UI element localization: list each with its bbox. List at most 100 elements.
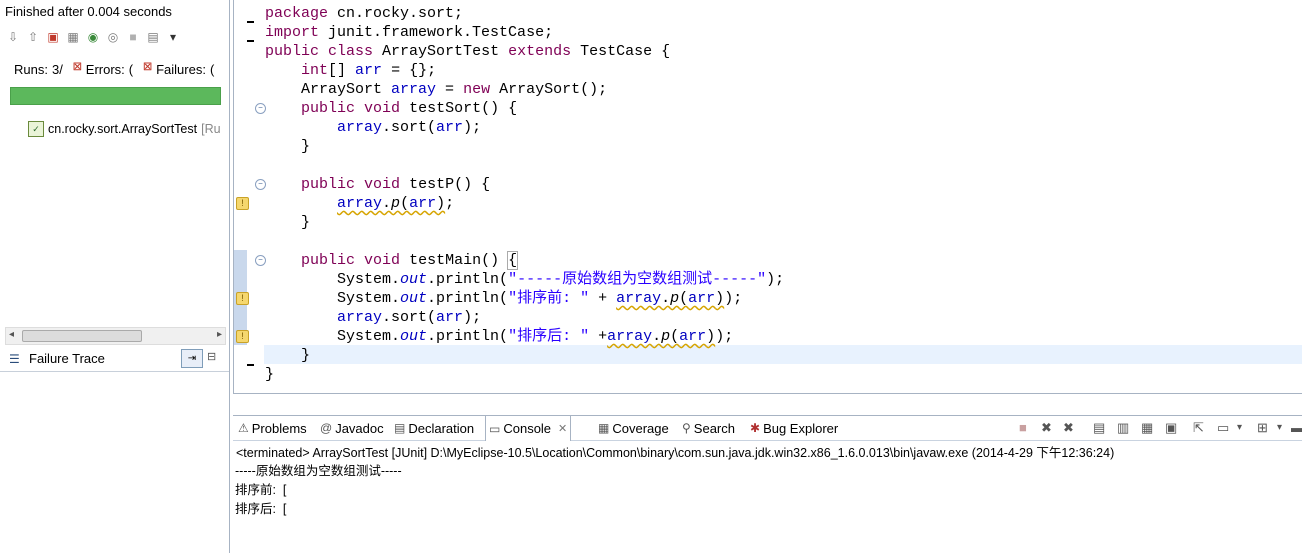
- failure-trace-icon: ☰: [9, 352, 20, 366]
- display-console-icon[interactable]: ▭: [1217, 420, 1229, 436]
- errors-icon: ☒: [72, 62, 82, 73]
- tab-coverage[interactable]: ▦ Coverage: [595, 416, 672, 440]
- code-line: import junit.framework.TestCase;: [265, 24, 554, 41]
- tab-javadoc[interactable]: @ Javadoc: [317, 416, 387, 440]
- tab-label: Javadoc: [335, 420, 384, 436]
- code-line: public class ArraySortTest extends TestC…: [265, 43, 671, 60]
- test-tree-item[interactable]: ✓ cn.rocky.sort.ArraySortTest [Ru: [28, 121, 221, 137]
- code-line: System.out.println("排序前: " + array.p(arr…: [265, 290, 743, 307]
- view-menu-chevron-down-icon[interactable]: ▾: [164, 28, 182, 46]
- clear-console-icon[interactable]: ▤: [1093, 420, 1105, 436]
- minimize-icon[interactable]: ▬: [1291, 420, 1302, 435]
- scrollbar-thumb[interactable]: [22, 330, 142, 342]
- remove-launch-icon[interactable]: ✖: [1041, 420, 1052, 436]
- junit-view: Finished after 0.004 seconds ⇩ ⇧ ▣ ▦ ◉ ◎…: [0, 0, 230, 553]
- problems-icon: ⚠: [238, 421, 249, 435]
- warning-icon: !: [236, 197, 249, 210]
- code-line: }: [265, 138, 311, 155]
- tab-search[interactable]: ⚲ Search: [679, 416, 738, 440]
- source-code[interactable]: package cn.rocky.sort; import junit.fram…: [265, 4, 784, 384]
- runs-label: Runs:: [14, 62, 48, 77]
- code-line: array.p(arr);: [337, 195, 455, 212]
- bug-icon: ✱: [750, 421, 761, 435]
- code-line: int[] arr = {};: [301, 62, 437, 79]
- runs-value: 3/: [51, 62, 63, 77]
- code-line: package cn.rocky.sort;: [265, 5, 464, 22]
- next-failure-icon[interactable]: ⇩: [4, 28, 22, 46]
- close-icon[interactable]: ✕: [558, 422, 567, 435]
- tab-label: Search: [693, 420, 735, 436]
- code-line: ArraySort array = new ArraySort();: [265, 81, 608, 98]
- junit-toolbar: ⇩ ⇧ ▣ ▦ ◉ ◎ ■ ▤ ▾: [4, 28, 182, 48]
- bottom-tab-bar: ⚠ Problems @ Javadoc ▤ Declaration ▭ Con…: [233, 415, 1302, 441]
- tab-label: Console: [503, 421, 552, 436]
- chevron-down-icon[interactable]: ▾: [1277, 422, 1282, 433]
- console-process-info: <terminated> ArraySortTest [JUnit] D:\My…: [236, 446, 1115, 460]
- code-editor[interactable]: ! ! ! − − − package cn.rocky.sort; impor…: [233, 0, 1302, 394]
- change-marker: [247, 40, 254, 42]
- scroll-lock-icon[interactable]: ▥: [1117, 420, 1129, 436]
- failures-label: Failures:: [156, 62, 206, 77]
- console-icon: ▭: [489, 421, 501, 436]
- code-line: }: [265, 214, 311, 231]
- search-icon: ⚲: [682, 421, 691, 435]
- warning-icon: !: [236, 292, 249, 305]
- word-wrap-icon[interactable]: ▦: [1141, 420, 1153, 436]
- code-line: System.out.println("-----原始数组为空数组测试-----…: [265, 271, 785, 288]
- console-line: 排序前: [: [235, 483, 287, 497]
- junit-counters: Runs: 3/ ☒ Errors: ( ☒ Failures: (: [14, 62, 214, 77]
- open-console-icon[interactable]: ⊞: [1257, 420, 1268, 436]
- code-line: public void testSort() {: [301, 100, 518, 117]
- show-failures-only-icon[interactable]: ▣: [44, 28, 62, 46]
- stop-icon[interactable]: ■: [124, 28, 142, 46]
- code-line: System.out.println("排序后: " +array.p(arr)…: [265, 328, 734, 345]
- terminate-icon[interactable]: ■: [1019, 420, 1027, 435]
- tab-problems[interactable]: ⚠ Problems: [235, 416, 310, 440]
- rerun-failed-icon[interactable]: ◎: [104, 28, 122, 46]
- declaration-icon: ▤: [394, 421, 406, 435]
- test-tree-item-label: cn.rocky.sort.ArraySortTest: [48, 122, 198, 136]
- pin-console-icon[interactable]: ⇱: [1193, 420, 1204, 436]
- tab-declaration[interactable]: ▤ Declaration: [391, 416, 477, 440]
- code-line: public void testP() {: [301, 176, 491, 193]
- change-marker: [247, 21, 254, 23]
- errors-value: (: [128, 62, 134, 77]
- remove-all-launches-icon[interactable]: ✖: [1063, 420, 1074, 436]
- change-marker: [247, 364, 254, 366]
- tab-label: Bug Explorer: [763, 420, 839, 436]
- previous-failure-icon[interactable]: ⇧: [24, 28, 42, 46]
- scroll-right-icon[interactable]: ▸: [217, 329, 222, 340]
- tree-horizontal-scrollbar[interactable]: ◂ ▸: [5, 327, 226, 345]
- console-output[interactable]: -----原始数组为空数组测试----- 排序前: [ 排序后: [: [235, 462, 402, 519]
- code-line: public void testMain() {: [301, 251, 519, 270]
- scroll-left-icon[interactable]: ◂: [9, 329, 14, 340]
- scroll-lock-icon[interactable]: ▦: [64, 28, 82, 46]
- tab-console[interactable]: ▭ Console ✕: [485, 416, 572, 441]
- test-tree-item-suffix: [Ru: [201, 122, 221, 136]
- tab-label: Problems: [251, 420, 307, 436]
- failures-icon: ☒: [143, 62, 153, 73]
- tab-label: Coverage: [612, 420, 669, 436]
- filter-stack-icon[interactable]: ⇥: [181, 349, 203, 368]
- junit-status: Finished after 0.004 seconds: [5, 4, 172, 19]
- errors-label: Errors:: [85, 62, 125, 77]
- test-history-icon[interactable]: ▤: [144, 28, 162, 46]
- coverage-icon: ▦: [598, 421, 610, 435]
- tab-bug-explorer[interactable]: ✱ Bug Explorer: [747, 416, 841, 440]
- junit-progress-bar: [10, 87, 221, 105]
- javadoc-icon: @: [320, 421, 333, 435]
- chevron-down-icon[interactable]: ▾: [1237, 422, 1242, 433]
- code-line: array.sort(arr);: [337, 309, 482, 326]
- code-line: array.sort(arr);: [337, 119, 482, 136]
- failures-value: (: [209, 62, 215, 77]
- test-suite-icon: ✓: [28, 121, 44, 137]
- tab-label: Declaration: [408, 420, 475, 436]
- compare-results-icon[interactable]: ⊟: [207, 350, 216, 363]
- failure-trace-label: Failure Trace: [29, 351, 105, 366]
- show-console-icon[interactable]: ▣: [1165, 420, 1177, 436]
- console-line: 排序后: [: [235, 502, 287, 516]
- rerun-test-icon[interactable]: ◉: [84, 28, 102, 46]
- console-line: -----原始数组为空数组测试-----: [235, 464, 402, 478]
